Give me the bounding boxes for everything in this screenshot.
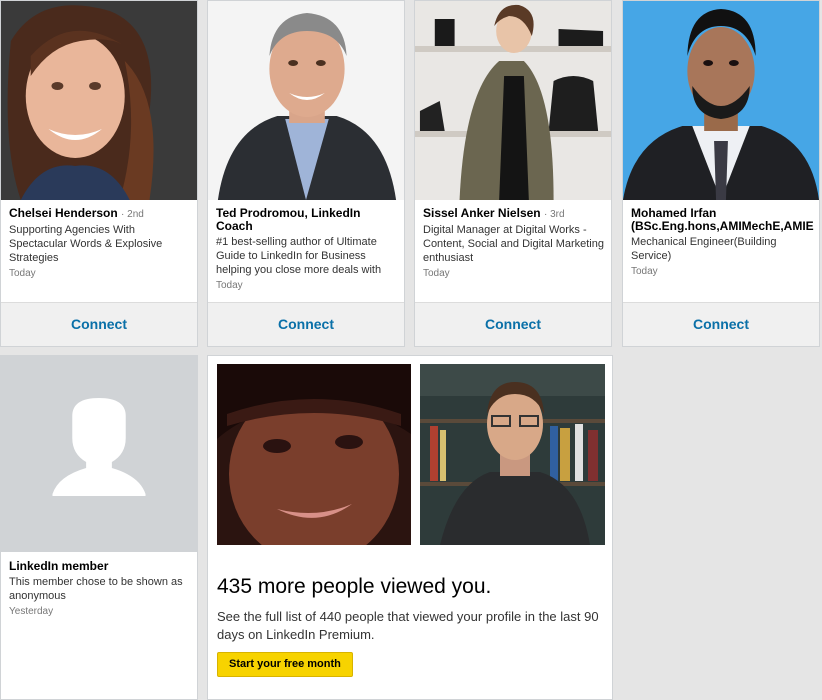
connect-bar: Connect	[208, 302, 404, 346]
viewer-photo	[420, 364, 605, 545]
connect-button[interactable]: Connect	[623, 303, 819, 346]
profile-photo[interactable]	[208, 1, 404, 200]
timestamp: Today	[216, 280, 243, 291]
suggestion-card: Ted Prodromou, LinkedIn Coach #1 best-se…	[207, 0, 405, 347]
anonymous-viewer-card: LinkedIn member This member chose to be …	[0, 355, 198, 700]
member-headline: This member chose to be shown as anonymo…	[9, 576, 183, 602]
viewer-photo	[217, 364, 411, 545]
connect-bar: Connect	[623, 302, 819, 346]
silhouette-icon	[1, 356, 197, 552]
member-name: LinkedIn member	[9, 559, 109, 573]
timestamp: Today	[631, 266, 658, 277]
timestamp: Yesterday	[9, 606, 54, 617]
connect-bar: Connect	[415, 302, 611, 346]
member-headline: Supporting Agencies With Spectacular Wor…	[9, 224, 163, 264]
connect-button[interactable]: Connect	[1, 303, 197, 346]
profile-photo[interactable]	[623, 1, 819, 200]
premium-title: 435 more people viewed you.	[217, 575, 492, 598]
suggestion-card: Mohamed Irfan (BSc.Eng.hons,AMIMechE,AMI…	[622, 0, 820, 347]
member-headline: Digital Manager at Digital Works - Conte…	[423, 224, 604, 264]
member-name[interactable]: Mohamed Irfan (BSc.Eng.hons,AMIMechE,AMI…	[631, 207, 814, 233]
member-name[interactable]: Sissel Anker Nielsen · 3rd	[423, 207, 605, 221]
profile-photo[interactable]	[1, 1, 197, 200]
member-name[interactable]: Chelsei Henderson · 2nd	[9, 207, 191, 221]
profile-photo[interactable]	[415, 1, 611, 200]
timestamp: Today	[9, 268, 36, 279]
suggestion-card: Sissel Anker Nielsen · 3rd Digital Manag…	[414, 0, 612, 347]
member-headline: #1 best-selling author of Ultimate Guide…	[216, 236, 382, 276]
member-headline: Mechanical Engineer(Building Service)	[631, 236, 777, 262]
connection-degree: · 2nd	[121, 209, 144, 220]
premium-description: See the full list of 440 people that vie…	[217, 609, 599, 642]
connection-degree: · 3rd	[543, 209, 565, 220]
connect-button[interactable]: Connect	[208, 303, 404, 346]
timestamp: Today	[423, 268, 450, 279]
connect-bar: Connect	[1, 302, 197, 346]
member-name[interactable]: Ted Prodromou, LinkedIn Coach	[216, 207, 398, 233]
premium-upsell-card: 435 more people viewed you. See the full…	[207, 355, 613, 700]
suggestion-card: Chelsei Henderson · 2nd Supporting Agenc…	[0, 0, 198, 347]
start-free-month-button[interactable]: Start your free month	[217, 652, 353, 677]
anonymous-avatar	[1, 356, 197, 552]
connect-button[interactable]: Connect	[415, 303, 611, 346]
